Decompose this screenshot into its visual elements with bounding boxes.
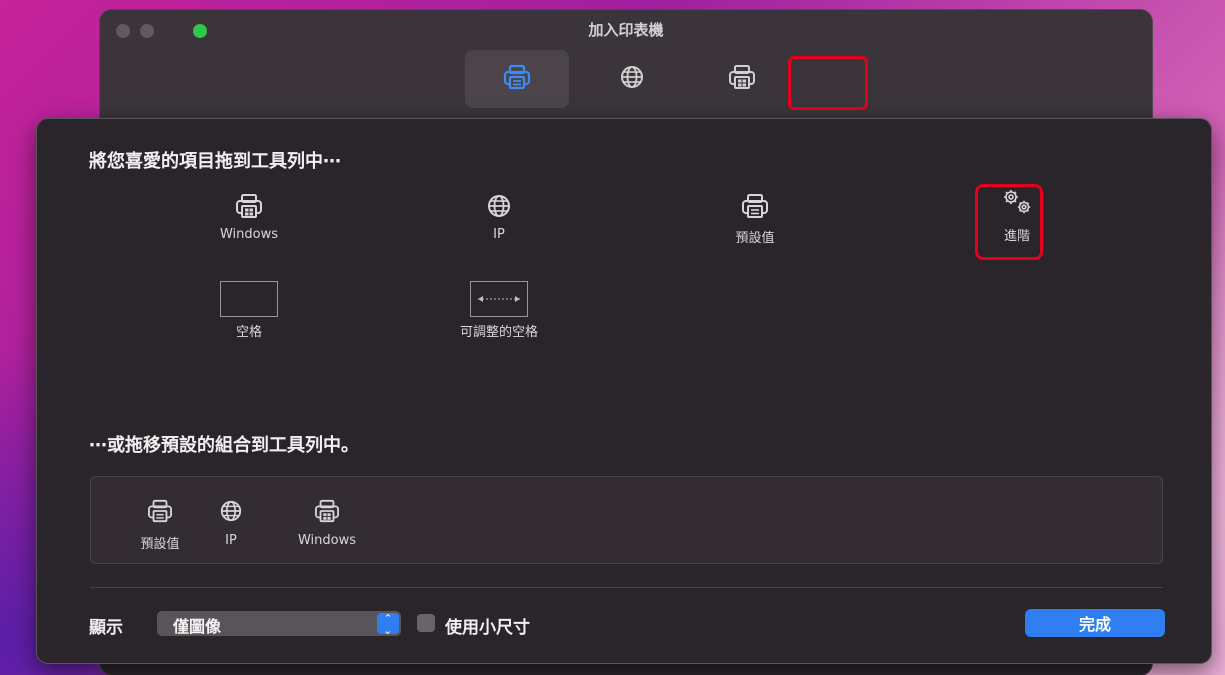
use-small-size-checkbox[interactable] <box>417 614 435 632</box>
default-set-label: 預設值 <box>140 537 180 552</box>
toolbar-ip-button[interactable] <box>580 50 684 108</box>
show-mode-select[interactable]: 僅圖像 ⌃ ⌃ <box>157 611 401 636</box>
palette-item-default[interactable]: 預設值 <box>685 189 825 246</box>
default-toolbar-set[interactable]: 預設值 IP Windows <box>90 476 1163 564</box>
chevron-up-down-icon: ⌃ ⌃ <box>377 613 399 636</box>
printer-icon <box>147 499 173 527</box>
use-small-size-label: 使用小尺寸 <box>445 618 530 638</box>
flexible-space-icon <box>470 281 528 317</box>
show-mode-value: 僅圖像 <box>173 617 222 636</box>
done-button[interactable]: 完成 <box>1025 609 1165 637</box>
palette-item-label: Windows <box>219 227 279 242</box>
palette-item-label: 可調整的空格 <box>459 325 538 340</box>
default-set-label: IP <box>225 533 237 548</box>
globe-icon <box>486 193 512 223</box>
printer-windows-icon <box>728 64 756 94</box>
drag-items-heading: 將您喜愛的項目拖到工具列中⋯ <box>89 151 341 172</box>
annotation-highlight-toolbar-slot <box>788 56 868 110</box>
toolbar-windows-button[interactable] <box>690 50 794 108</box>
palette-item-ip[interactable]: IP <box>429 189 569 242</box>
default-set-label: Windows <box>297 533 357 548</box>
globe-icon <box>219 499 243 527</box>
printer-icon <box>503 64 531 94</box>
default-set-item-windows: Windows <box>277 497 377 548</box>
printer-windows-icon <box>314 499 340 527</box>
default-set-item-ip: IP <box>211 497 251 548</box>
default-set-heading: ⋯或拖移預設的組合到工具列中。 <box>89 435 359 456</box>
printer-windows-icon <box>235 193 263 223</box>
customize-toolbar-sheet: 將您喜愛的項目拖到工具列中⋯ Windows IP 預設值 進階 空格 可調整的… <box>36 118 1212 664</box>
toolbar-default-button[interactable] <box>465 50 569 108</box>
show-label: 顯示 <box>89 618 123 638</box>
palette-item-label: 預設值 <box>735 231 775 246</box>
window-title: 加入印表機 <box>588 21 664 39</box>
divider <box>90 587 1163 588</box>
globe-icon <box>619 64 645 94</box>
printer-icon <box>741 193 769 223</box>
palette-item-label: 空格 <box>235 325 262 340</box>
palette-item-space[interactable]: 空格 <box>179 279 319 340</box>
default-set-item-default: 預設值 <box>135 497 185 552</box>
palette-item-windows[interactable]: Windows <box>179 189 319 242</box>
palette-item-flexible-space[interactable]: 可調整的空格 <box>429 279 569 340</box>
annotation-highlight-advanced <box>975 184 1043 260</box>
space-icon <box>220 281 278 317</box>
palette-item-label: IP <box>493 227 505 242</box>
window-titlebar: 加入印表機 <box>100 10 1152 119</box>
